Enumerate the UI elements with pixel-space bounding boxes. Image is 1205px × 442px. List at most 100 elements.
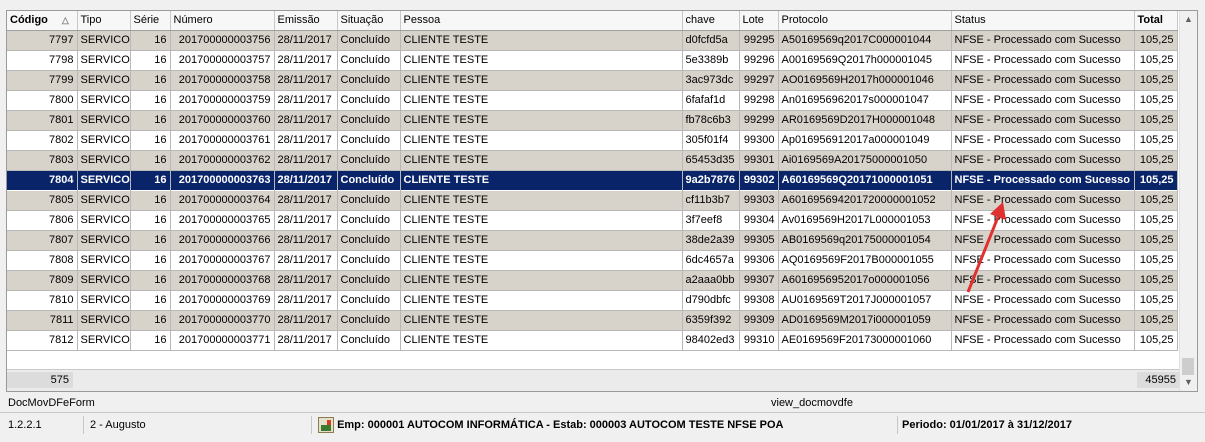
- cell-status: NFSE - Processado com Sucesso: [951, 50, 1135, 71]
- table-row[interactable]: 7801 SERVICO 16 201700000003760 28/11/2017 Co…: [7, 110, 1178, 131]
- table-row[interactable]: 7798 SERVICO 16 201700000003757 28/11/2017 Co…: [7, 50, 1178, 71]
- cell-numero: 201700000003763: [170, 169, 275, 191]
- cell-codigo: 7809: [7, 270, 78, 291]
- cell-chave: d790dbfc: [682, 290, 740, 311]
- cell-protocolo: AB0169569q20175000001054: [778, 230, 952, 251]
- cell-status: NFSE - Processado com Sucesso: [951, 30, 1135, 51]
- column-header-protocolo[interactable]: Protocolo: [778, 11, 952, 31]
- cell-lote: 99297: [739, 70, 779, 91]
- table-row[interactable]: 7803 SERVICO 16 201700000003762 28/11/2017 Co…: [7, 150, 1178, 171]
- cell-tipo: SERVICO: [77, 90, 131, 111]
- cell-total: 105,25: [1134, 230, 1178, 251]
- cell-situacao: Concluído: [337, 90, 401, 111]
- column-header-codigo[interactable]: Código △: [7, 11, 78, 31]
- cell-tipo: SERVICO: [77, 310, 131, 331]
- column-header-numero[interactable]: Número: [170, 11, 275, 31]
- scroll-thumb[interactable]: [1182, 358, 1194, 375]
- cell-tipo: SERVICO: [77, 270, 131, 291]
- cell-numero: 201700000003757: [170, 50, 275, 71]
- data-table: Código △ Tipo Série Número Emissão Situação Pes…: [7, 11, 1178, 351]
- record-count: 575: [7, 372, 73, 388]
- cell-serie: 16: [130, 30, 171, 51]
- cell-chave: 6fafaf1d: [682, 90, 740, 111]
- grid-area: Código △ Tipo Série Número Emissão Situação Pes…: [7, 11, 1180, 368]
- column-header-label: Número: [173, 14, 213, 27]
- cell-lote: 99308: [739, 290, 779, 311]
- cell-situacao: Concluído: [337, 190, 401, 211]
- table-row[interactable]: 7812 SERVICO 16 201700000003771 28/11/2017 Co…: [7, 330, 1178, 351]
- table-row[interactable]: 7805 SERVICO 16 201700000003764 28/11/2017 Co…: [7, 190, 1178, 211]
- table-header-row: Código △ Tipo Série Número Emissão Situação Pes…: [7, 11, 1178, 31]
- column-header-serie[interactable]: Série: [130, 11, 171, 31]
- scroll-up-icon[interactable]: ▲: [1180, 11, 1197, 28]
- cell-numero: 201700000003766: [170, 230, 275, 251]
- cell-tipo: SERVICO: [77, 290, 131, 311]
- cell-serie: 16: [130, 310, 171, 331]
- table-row-selected[interactable]: 7804 SERVICO 16 201700000003763 28/11/2017 Co…: [7, 169, 1178, 191]
- cell-numero: 201700000003760: [170, 110, 275, 131]
- cell-emissao: 28/11/2017: [274, 290, 338, 311]
- cell-protocolo: Ap016956912017a000001049: [778, 130, 952, 151]
- cell-protocolo: An016956962017s000001047: [778, 90, 952, 111]
- column-header-chave[interactable]: chave: [682, 11, 740, 31]
- cell-numero: 201700000003756: [170, 30, 275, 51]
- total-sum: 45955: [1137, 372, 1180, 388]
- vertical-scrollbar[interactable]: ▲ ▼: [1179, 11, 1197, 391]
- cell-total: 105,25: [1134, 270, 1178, 291]
- cell-total: 105,25: [1134, 290, 1178, 311]
- cell-emissao: 28/11/2017: [274, 30, 338, 51]
- cell-pessoa: CLIENTE TESTE: [400, 110, 683, 131]
- cell-serie: 16: [130, 270, 171, 291]
- cell-tipo: SERVICO: [77, 230, 131, 251]
- column-header-total[interactable]: Total: [1134, 11, 1178, 31]
- table-row[interactable]: 7799 SERVICO 16 201700000003758 28/11/2017 Co…: [7, 70, 1178, 91]
- cell-situacao: Concluído: [337, 330, 401, 351]
- column-header-situacao[interactable]: Situação: [337, 11, 401, 31]
- cell-codigo: 7811: [7, 310, 78, 331]
- column-header-status[interactable]: Status: [951, 11, 1135, 31]
- column-header-label: Série: [133, 14, 160, 27]
- scroll-down-icon[interactable]: ▼: [1180, 374, 1197, 391]
- cell-chave: 305f01f4: [682, 130, 740, 151]
- cell-protocolo: AU0169569T2017J000001057: [778, 290, 952, 311]
- cell-total: 105,25: [1134, 130, 1178, 151]
- table-row[interactable]: 7802 SERVICO 16 201700000003761 28/11/2017 Co…: [7, 130, 1178, 151]
- status-bar: 1.2.2.1 2 - Augusto Emp: 000001 AUTOCOM …: [0, 412, 1205, 437]
- cell-protocolo: A601695694201720000001052: [778, 190, 952, 211]
- table-row[interactable]: 7811 SERVICO 16 201700000003770 28/11/2017 Co…: [7, 310, 1178, 331]
- column-header-tipo[interactable]: Tipo: [77, 11, 131, 31]
- table-row[interactable]: 7808 SERVICO 16 201700000003767 28/11/2017 Co…: [7, 250, 1178, 271]
- cell-chave: 3f7eef8: [682, 210, 740, 231]
- column-header-label: Código: [10, 14, 48, 27]
- table-row[interactable]: 7806 SERVICO 16 201700000003765 28/11/2017 Co…: [7, 210, 1178, 231]
- cell-chave: 38de2a39: [682, 230, 740, 251]
- cell-protocolo: Av0169569H2017L000001053: [778, 210, 952, 231]
- cell-numero: 201700000003758: [170, 70, 275, 91]
- cell-codigo: 7812: [7, 330, 78, 351]
- cell-situacao: Concluído: [337, 30, 401, 51]
- cell-situacao: Concluído: [337, 210, 401, 231]
- table-row[interactable]: 7810 SERVICO 16 201700000003769 28/11/2017 Co…: [7, 290, 1178, 311]
- cell-lote: 99310: [739, 330, 779, 351]
- cell-protocolo: Ai0169569A20175000001050: [778, 150, 952, 171]
- cell-pessoa: CLIENTE TESTE: [400, 330, 683, 351]
- cell-situacao: Concluído: [337, 169, 401, 191]
- cell-lote: 99298: [739, 90, 779, 111]
- column-header-lote[interactable]: Lote: [739, 11, 779, 31]
- cell-numero: 201700000003759: [170, 90, 275, 111]
- table-row[interactable]: 7807 SERVICO 16 201700000003766 28/11/2017 Co…: [7, 230, 1178, 251]
- cell-total: 105,25: [1134, 90, 1178, 111]
- cell-protocolo: A00169569Q2017h000001045: [778, 50, 952, 71]
- period-label: Periodo: 01/01/2017 à 31/12/2017: [902, 419, 1073, 431]
- column-header-emissao[interactable]: Emissão: [274, 11, 338, 31]
- month-label: 2 - Augusto: [86, 416, 312, 434]
- view-name: view_docmovdfe: [771, 397, 853, 409]
- cell-status: NFSE - Processado com Sucesso: [951, 270, 1135, 291]
- cell-protocolo: A60169569Q20171000001051: [778, 169, 952, 191]
- table-row[interactable]: 7797 SERVICO 16 201700000003756 28/11/2017 Co…: [7, 30, 1178, 51]
- table-row[interactable]: 7809 SERVICO 16 201700000003768 28/11/2017 Co…: [7, 270, 1178, 291]
- column-header-label: Emissão: [277, 14, 320, 27]
- column-header-pessoa[interactable]: Pessoa: [400, 11, 683, 31]
- table-row[interactable]: 7800 SERVICO 16 201700000003759 28/11/2017 Co…: [7, 90, 1178, 111]
- company-icon[interactable]: [318, 417, 334, 434]
